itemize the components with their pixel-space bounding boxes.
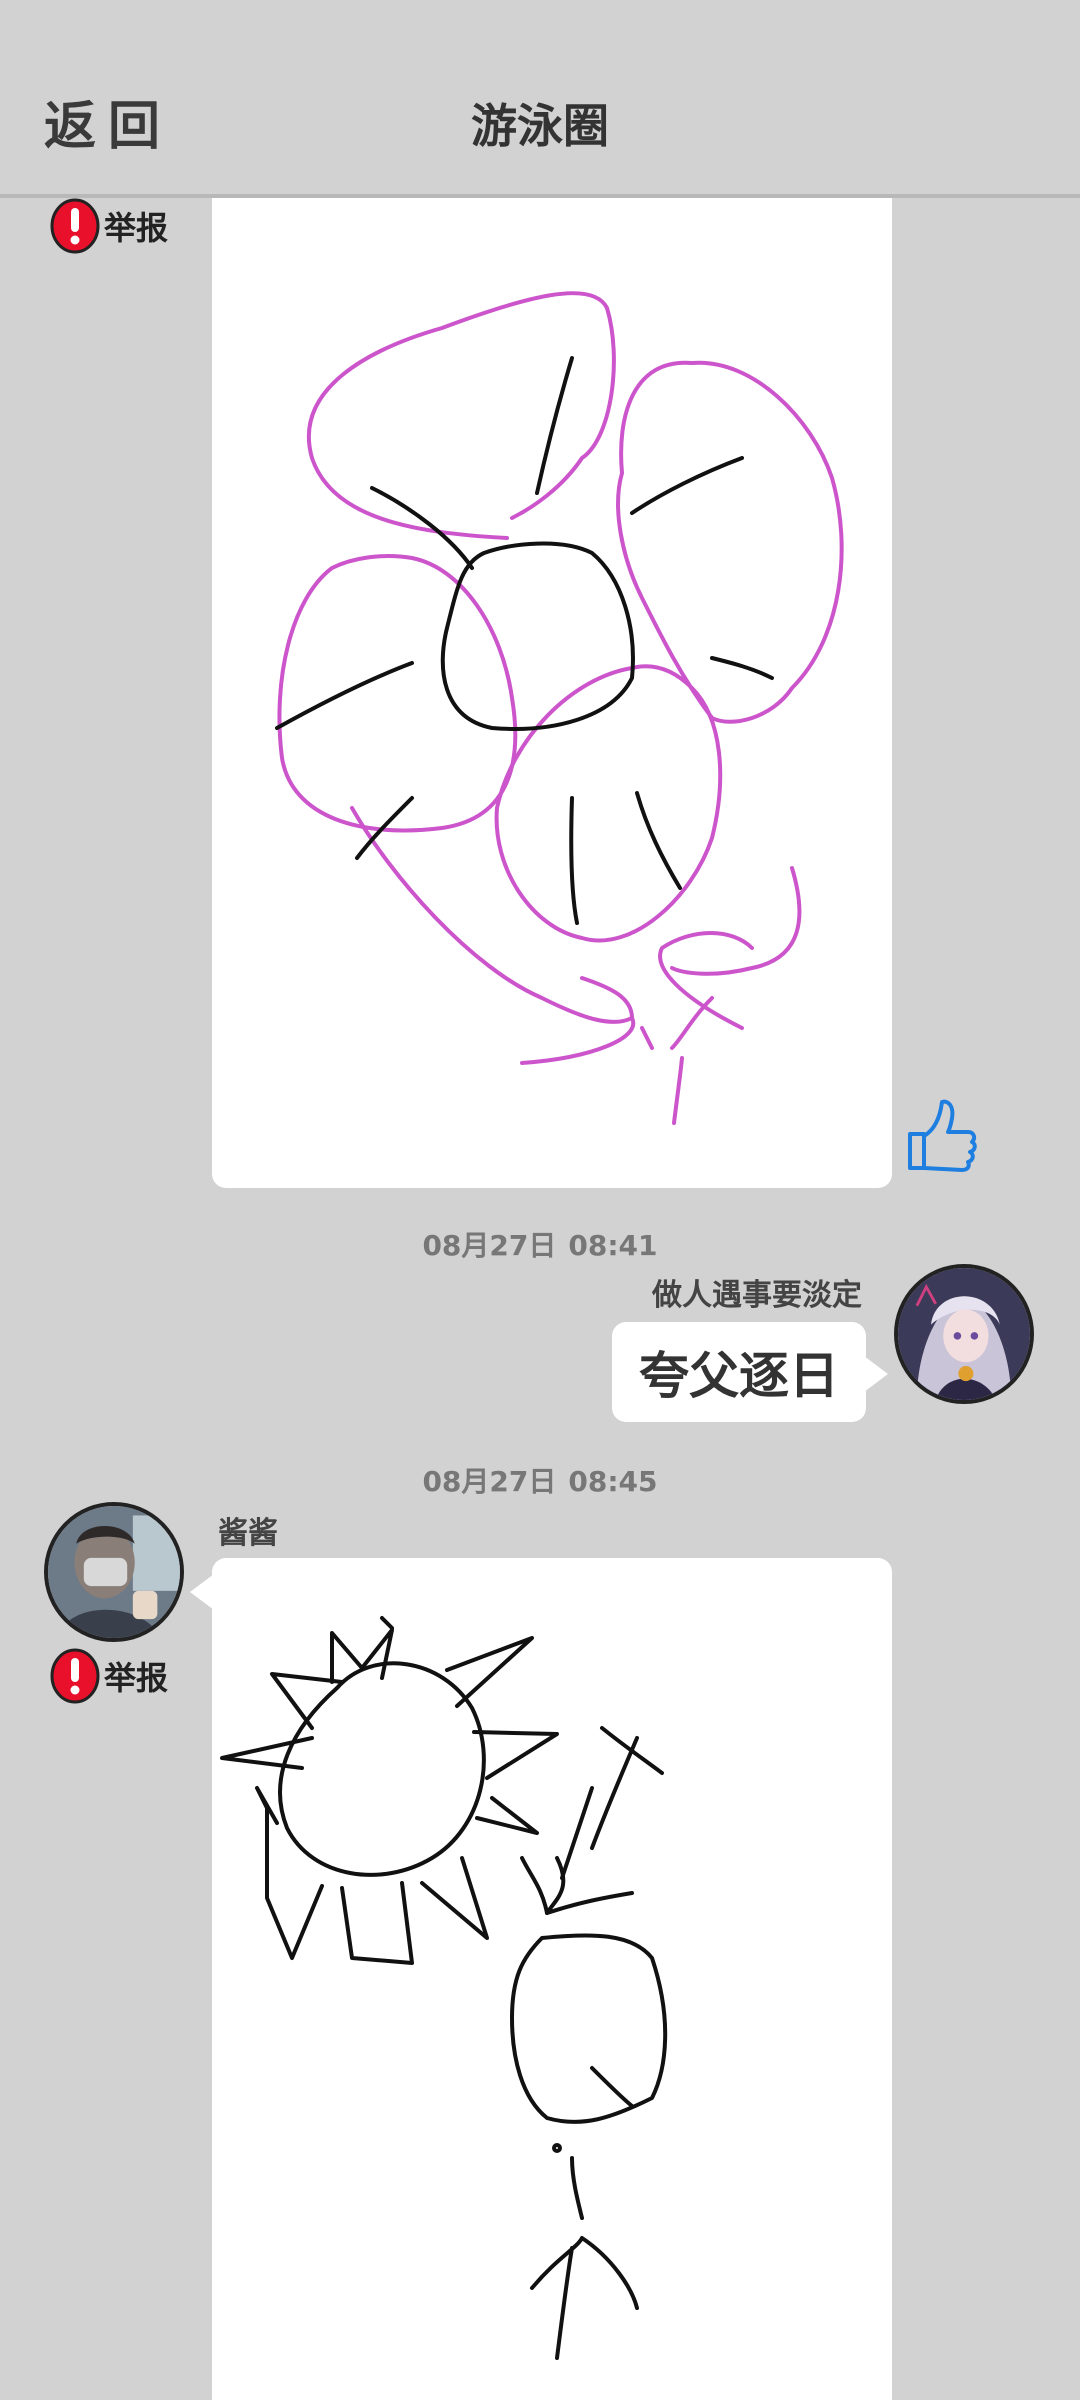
chat-list[interactable]: 举报 08月27日 08:41 做人遇事要淡定 夸父逐日 08月27日 08:4…	[0, 198, 1080, 2400]
sender-name: 做人遇事要淡定	[652, 1278, 862, 1313]
timestamp-date: 08月27日	[422, 1229, 557, 1262]
timestamp-date: 08月27日	[422, 1465, 557, 1498]
page-title: 游泳圈	[471, 99, 609, 153]
drawing-message-flower[interactable]	[212, 198, 892, 1188]
exclamation-icon	[50, 198, 100, 254]
thumbs-up-icon[interactable]	[904, 1094, 980, 1178]
photo-avatar-image	[48, 1506, 180, 1638]
report-label: 举报	[104, 209, 169, 247]
timestamp-time: 08:41	[568, 1229, 658, 1262]
message-text: 夸父逐日	[639, 1347, 839, 1405]
bubble-tail	[864, 1356, 888, 1392]
message-timestamp: 08月27日 08:45	[0, 1460, 1080, 1500]
status-bar	[0, 0, 1080, 20]
text-message-bubble[interactable]: 夸父逐日	[612, 1322, 866, 1422]
timestamp-time: 08:45	[568, 1465, 658, 1498]
anime-avatar-image	[898, 1268, 1030, 1400]
report-button[interactable]: 举报	[50, 198, 168, 254]
report-button[interactable]: 举报	[50, 1648, 168, 1704]
message-timestamp: 08月27日 08:41	[0, 1224, 1080, 1264]
top-bar: 返回 游泳圈	[0, 20, 1080, 198]
avatar-other[interactable]	[44, 1502, 184, 1642]
avatar-self[interactable]	[894, 1264, 1034, 1404]
sun-and-figure-drawing	[220, 1616, 668, 2360]
flower-drawing	[275, 291, 844, 1125]
card-tail	[190, 1574, 214, 1610]
sender-name: 酱酱	[218, 1516, 278, 1551]
exclamation-icon	[50, 1648, 100, 1704]
report-label: 举报	[104, 1659, 169, 1697]
drawing-message-sun[interactable]	[212, 1558, 892, 2400]
